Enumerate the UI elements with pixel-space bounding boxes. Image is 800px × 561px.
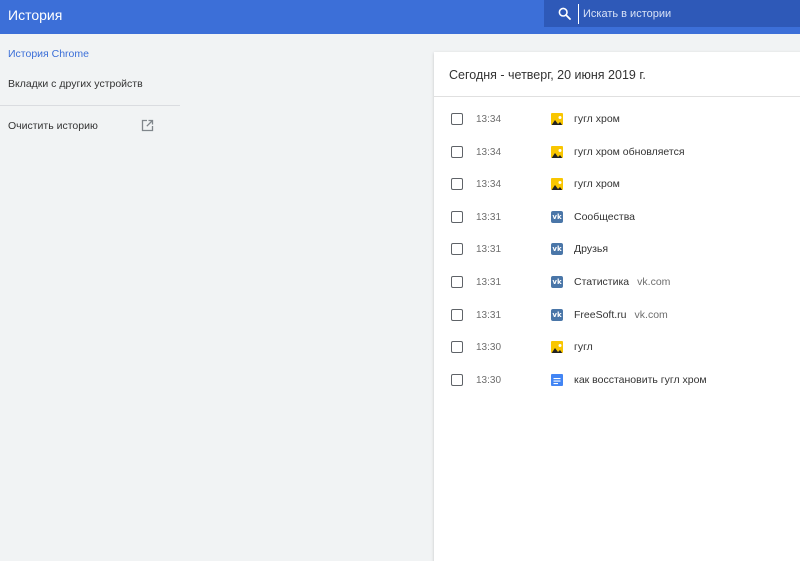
entry-link[interactable]: гугл: [574, 341, 601, 353]
entry-title[interactable]: гугл хром обновляется: [574, 146, 685, 158]
entry-link[interactable]: гугл хром: [574, 178, 628, 190]
top-bar: История: [0, 0, 800, 34]
entry-checkbox[interactable]: [451, 341, 463, 353]
history-entry[interactable]: 13:30 как восстановить гугл хром: [434, 364, 800, 396]
entry-checkbox[interactable]: [451, 178, 463, 190]
entry-title[interactable]: Сообщества: [574, 211, 635, 223]
entry-domain: vk.com: [634, 309, 668, 321]
entry-title[interactable]: гугл: [574, 341, 593, 353]
history-card: Сегодня - четверг, 20 июня 2019 г. 13:34…: [434, 52, 800, 561]
entry-time: 13:34: [476, 146, 502, 158]
search-icon[interactable]: [550, 0, 578, 27]
image-icon: [551, 113, 563, 125]
history-entry[interactable]: 13:31 vk Друзья: [434, 233, 800, 265]
entry-title[interactable]: гугл хром: [574, 178, 620, 190]
entry-checkbox[interactable]: [451, 146, 463, 158]
entry-title[interactable]: Друзья: [574, 243, 608, 255]
entry-time: 13:30: [476, 374, 502, 386]
open-external-icon[interactable]: [141, 119, 155, 133]
vk-icon: vk: [551, 243, 563, 255]
entry-checkbox[interactable]: [451, 374, 463, 386]
entry-checkbox[interactable]: [451, 276, 463, 288]
history-entry[interactable]: 13:34 гугл хром: [434, 168, 800, 200]
date-heading: Сегодня - четверг, 20 июня 2019 г.: [434, 52, 800, 97]
entry-time: 13:31: [476, 276, 502, 288]
history-entry[interactable]: 13:31 vk Сообщества: [434, 201, 800, 233]
vk-icon: vk: [551, 309, 563, 321]
vk-icon: vk: [551, 276, 563, 288]
entry-title[interactable]: гугл хром: [574, 113, 620, 125]
entry-checkbox[interactable]: [451, 113, 463, 125]
entry-title[interactable]: FreeSoft.ru: [574, 309, 627, 321]
image-icon: [551, 341, 563, 353]
entry-link[interactable]: как восстановить гугл хром: [574, 374, 715, 386]
history-entry[interactable]: 13:30 гугл: [434, 331, 800, 363]
page-title: История: [8, 7, 63, 23]
entry-link[interactable]: гугл хром: [574, 113, 628, 125]
entry-checkbox[interactable]: [451, 211, 463, 223]
sidebar: История Chrome Вкладки с других устройст…: [0, 34, 180, 561]
image-icon: [551, 178, 563, 190]
entry-domain: vk.com: [637, 276, 671, 288]
history-entry[interactable]: 13:31 vk FreeSoft.ru vk.com: [434, 299, 800, 331]
sidebar-divider: [0, 105, 180, 106]
entry-title[interactable]: как восстановить гугл хром: [574, 374, 707, 386]
search-input[interactable]: [578, 3, 788, 24]
entry-time: 13:31: [476, 243, 502, 255]
entry-time: 13:31: [476, 211, 502, 223]
vk-icon: vk: [551, 211, 563, 223]
document-icon: [551, 374, 563, 386]
entry-link[interactable]: Статистика vk.com: [574, 276, 670, 288]
history-entry[interactable]: 13:34 гугл хром: [434, 103, 800, 135]
entry-link[interactable]: Друзья: [574, 243, 616, 255]
sidebar-item-clear-history[interactable]: Очистить историю: [8, 120, 98, 132]
entry-time: 13:30: [476, 341, 502, 353]
entry-title[interactable]: Статистика: [574, 276, 629, 288]
entry-link[interactable]: Сообщества: [574, 211, 643, 223]
entry-time: 13:34: [476, 178, 502, 190]
entry-link[interactable]: гугл хром обновляется: [574, 146, 693, 158]
history-entry[interactable]: 13:31 vk Статистика vk.com: [434, 266, 800, 298]
entry-checkbox[interactable]: [451, 243, 463, 255]
entry-checkbox[interactable]: [451, 309, 463, 321]
sidebar-item-chrome-history[interactable]: История Chrome: [8, 48, 89, 60]
entry-time: 13:31: [476, 309, 502, 321]
search-box[interactable]: [544, 0, 800, 27]
history-entry[interactable]: 13:34 гугл хром обновляется: [434, 136, 800, 168]
entry-time: 13:34: [476, 113, 502, 125]
sidebar-item-other-devices[interactable]: Вкладки с других устройств: [8, 78, 143, 90]
image-icon: [551, 146, 563, 158]
entry-link[interactable]: FreeSoft.ru vk.com: [574, 309, 668, 321]
